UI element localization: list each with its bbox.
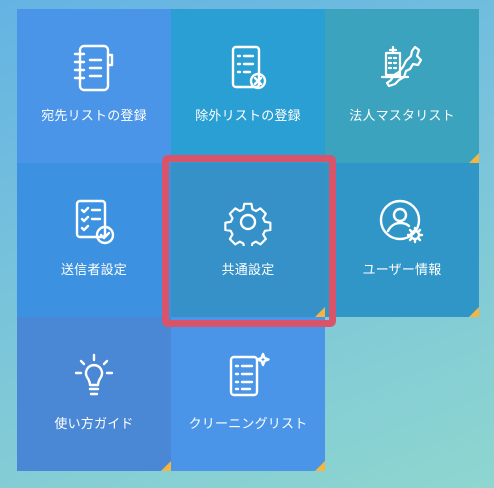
tile-label: 送信者設定 [60, 263, 127, 278]
list-remove-icon [171, 43, 325, 93]
tile-label: 除外リストの登録 [195, 109, 301, 124]
corner-marker [469, 307, 479, 317]
corner-marker [315, 307, 325, 317]
tile-label: ユーザー情報 [362, 263, 442, 278]
corner-marker [469, 153, 479, 163]
tile-cleaning-list[interactable]: クリーニングリスト [171, 317, 325, 471]
tile-user-info[interactable]: ユーザー情報 [325, 163, 479, 317]
checklist-icon [17, 197, 171, 247]
tile-label: 使い方ガイド [54, 417, 134, 432]
address-book-icon [17, 43, 171, 93]
gear-icon [171, 197, 325, 247]
tile-label: 法人マスタリスト [349, 109, 455, 124]
corner-marker [161, 461, 171, 471]
tile-exclusion-list-registration[interactable]: 除外リストの登録 [171, 9, 325, 163]
user-settings-icon [325, 197, 479, 247]
tile-address-list-registration[interactable]: 宛先リストの登録 [17, 9, 171, 163]
tile-label: 共通設定 [221, 263, 275, 278]
japan-map-building-icon [325, 43, 479, 93]
list-sparkle-icon [171, 351, 325, 401]
tile-usage-guide[interactable]: 使い方ガイド [17, 317, 171, 471]
tile-label: 宛先リストの登録 [41, 109, 147, 124]
tile-corporate-master-list[interactable]: 法人マスタリスト [325, 9, 479, 163]
corner-marker [315, 461, 325, 471]
tile-common-settings[interactable]: 共通設定 [171, 163, 325, 317]
tile-label: クリーニングリスト [188, 417, 308, 432]
tile-sender-settings[interactable]: 送信者設定 [17, 163, 171, 317]
lightbulb-icon [17, 351, 171, 401]
